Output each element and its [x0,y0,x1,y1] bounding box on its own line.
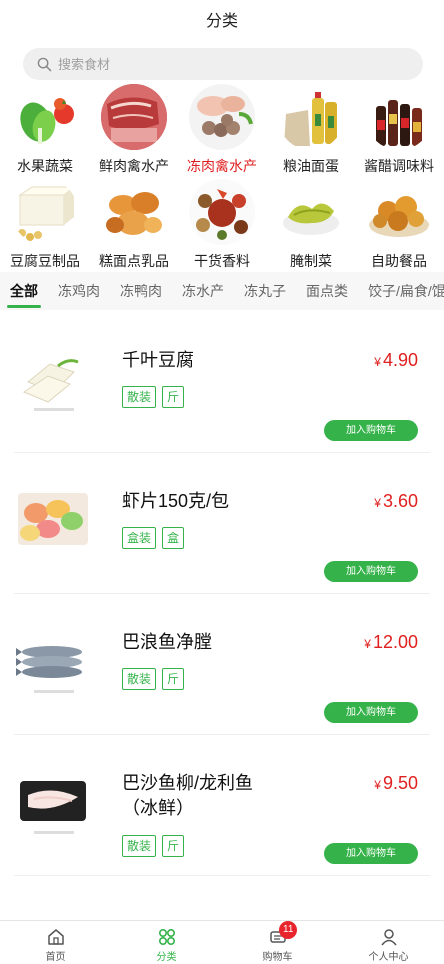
fresh-meat-icon [101,84,167,150]
product-tags: 盒装 盒 [122,527,185,549]
tab-all[interactable]: 全部 [0,272,48,310]
category-label: 鲜肉禽水产 [99,158,169,174]
page-header: 分类 [0,0,444,44]
product-tags: 散装 斤 [122,835,185,857]
product-tag: 散装 [122,668,157,690]
product-price: ¥12.00 [364,632,418,652]
tabbar-profile[interactable]: 个人中心 [333,921,444,964]
tab-pastry[interactable]: 面点类 [296,272,358,310]
subcategory-tabs: 全部 冻鸡肉 冻鸭肉 冻水产 冻丸子 面点类 饺子/扁食/馄饨 [0,272,444,310]
product-price: ¥9.50 [374,773,418,793]
category-label: 水果蔬菜 [17,158,73,174]
tabbar-label: 个人中心 [368,952,409,963]
product-tags: 散装 斤 [122,668,185,690]
tab-frozen-chicken[interactable]: 冻鸡肉 [48,272,110,310]
category-label: 粮油面蛋 [283,158,339,174]
add-to-cart-button[interactable]: 加入购物车 [324,843,418,864]
category-frozen-meat[interactable]: 冻肉禽水产 [178,84,266,176]
user-icon [380,929,397,946]
page-title: 分类 [205,13,238,30]
category-grid: 水果蔬菜 鲜肉禽水产 冻肉禽水产 粮油面蛋 酱醋调味料 豆腐豆制品 糕面点乳品 … [0,84,444,270]
product-tags: 散装 斤 [122,386,185,408]
category-grain-oil[interactable]: 粮油面蛋 [267,84,355,176]
product-tag: 斤 [162,835,185,857]
category-label: 腌制菜 [290,253,332,269]
category-fresh-meat[interactable]: 鲜肉禽水产 [90,84,178,176]
product-tag: 散装 [122,386,157,408]
category-label: 干货香料 [194,253,250,269]
product-image [14,342,92,420]
frozen-meat-icon [189,84,255,150]
product-tag: 盒 [162,527,185,549]
product-item[interactable]: 巴沙鱼柳/龙利鱼（冰鲜） 散装 斤 ¥9.50 加入购物车 [0,735,444,876]
add-to-cart-button[interactable]: 加入购物车 [324,702,418,723]
product-name: 虾片150克/包 [122,491,230,511]
pastry-dairy-icon [101,179,167,245]
divider [14,875,430,876]
product-item[interactable]: 虾片150克/包 盒装 盒 ¥3.60 加入购物车 [0,453,444,594]
search-bar[interactable] [23,48,423,80]
product-image [14,483,92,561]
product-price: ¥4.90 [374,350,418,370]
category-vegetables[interactable]: 水果蔬菜 [1,84,89,176]
add-to-cart-button[interactable]: 加入购物车 [324,561,418,582]
vegetables-icon [12,84,78,150]
category-label: 豆腐豆制品 [10,253,80,269]
product-image [14,624,92,702]
tabbar-cart[interactable]: 11 购物车 [222,921,333,964]
product-name: 千叶豆腐 [122,350,194,370]
product-item[interactable]: 巴浪鱼净膛 散装 斤 ¥12.00 加入购物车 [0,594,444,735]
product-name: 巴沙鱼柳/龙利鱼（冰鲜） [122,773,254,818]
product-name: 巴浪鱼净膛 [122,632,212,652]
condiments-icon [366,84,432,150]
product-tag: 盒装 [122,527,157,549]
bottom-tab-bar: 首页 分类 11 购物车 个人中心 [0,920,444,964]
search-icon [37,57,52,71]
product-tag: 散装 [122,835,157,857]
home-icon [47,929,64,945]
category-condiments[interactable]: 酱醋调味料 [355,84,443,176]
tabbar-home[interactable]: 首页 [0,921,111,964]
product-tag: 斤 [162,668,185,690]
category-label: 自助餐品 [371,253,427,269]
tofu-icon [12,179,78,245]
category-label: 冻肉禽水产 [187,158,257,174]
search-input[interactable] [58,56,358,72]
tabbar-category[interactable]: 分类 [111,921,222,964]
tabbar-label: 购物车 [262,952,293,963]
category-icon [158,928,175,946]
category-dried-spices[interactable]: 干货香料 [178,179,266,271]
product-tag: 斤 [162,386,185,408]
dried-spices-icon [189,179,255,245]
tab-frozen-seafood[interactable]: 冻水产 [172,272,234,310]
category-label: 酱醋调味料 [364,158,434,174]
add-to-cart-button[interactable]: 加入购物车 [324,420,418,441]
tab-frozen-balls[interactable]: 冻丸子 [234,272,296,310]
product-item[interactable]: 千叶豆腐 散装 斤 ¥4.90 加入购物车 [0,312,444,453]
category-buffet[interactable]: 自助餐品 [355,179,443,271]
category-tofu[interactable]: 豆腐豆制品 [1,179,89,271]
buffet-food-icon [366,179,432,245]
tab-dumplings[interactable]: 饺子/扁食/馄饨 [358,272,444,310]
product-image [14,765,92,843]
product-price: ¥3.60 [374,491,418,511]
cart-badge: 11 [279,921,298,939]
tabbar-label: 首页 [45,952,66,963]
pickled-vegetables-icon [278,179,344,245]
product-list: 千叶豆腐 散装 斤 ¥4.90 加入购物车 虾片150克/包 盒装 盒 ¥3.6… [0,312,444,920]
category-pastry-dairy[interactable]: 糕面点乳品 [90,179,178,271]
category-pickled[interactable]: 腌制菜 [267,179,355,271]
category-label: 糕面点乳品 [99,253,169,269]
tab-frozen-duck[interactable]: 冻鸭肉 [110,272,172,310]
tabbar-label: 分类 [156,952,177,963]
grain-oil-icon [278,84,344,150]
